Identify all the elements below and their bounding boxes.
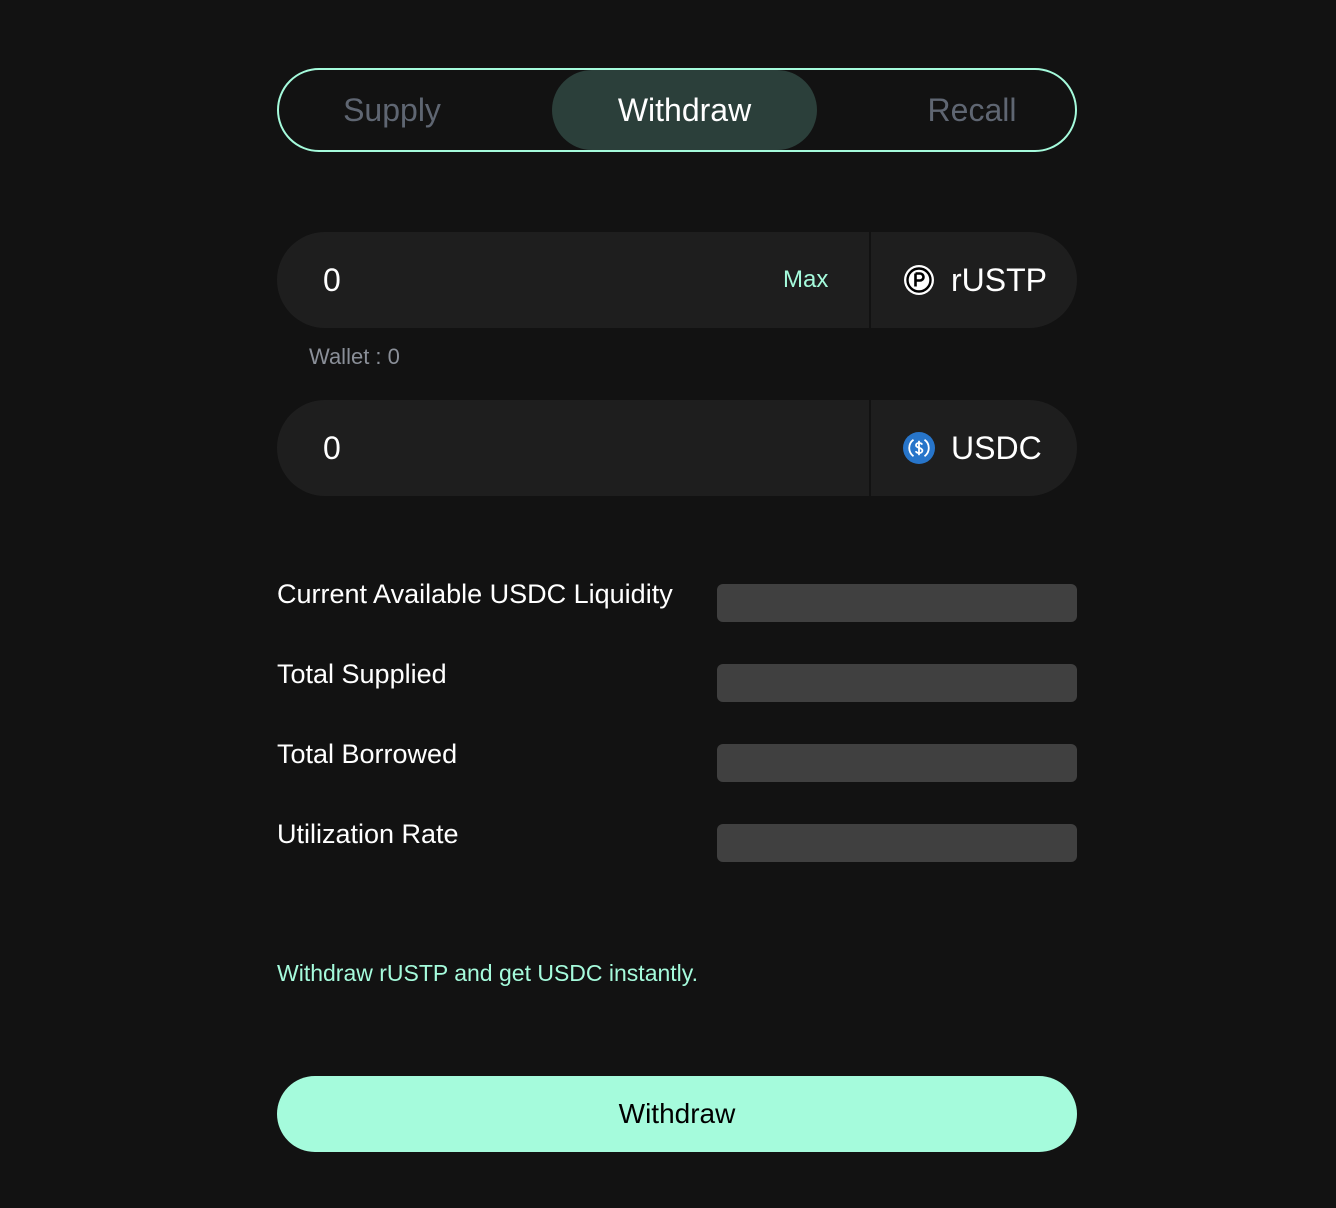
tab-withdraw[interactable]: Withdraw: [552, 70, 817, 150]
field-divider: [869, 232, 871, 328]
stat-label: Current Available USDC Liquidity: [277, 579, 673, 609]
stat-label: Total Borrowed: [277, 739, 458, 769]
usdc-icon: [903, 432, 935, 464]
field-divider: [869, 400, 871, 496]
stat-row-utilization-rate: Utilization Rate: [277, 814, 1077, 862]
loading-skeleton: [717, 584, 1077, 622]
rustp-amount-field: Max rUSTP: [277, 232, 1077, 328]
withdraw-panel: Supply Withdraw Recall Max rUSTP Wallet …: [277, 68, 1077, 1152]
max-button[interactable]: Max: [783, 232, 828, 328]
wallet-balance: Wallet : 0: [309, 344, 400, 369]
stat-label: Utilization Rate: [277, 819, 459, 849]
tab-supply[interactable]: Supply: [279, 70, 505, 150]
stat-row-total-borrowed: Total Borrowed: [277, 734, 1077, 782]
stat-label: Total Supplied: [277, 659, 447, 689]
stat-row-total-supplied: Total Supplied: [277, 654, 1077, 702]
usdc-amount-field: USDC: [277, 400, 1077, 496]
loading-skeleton: [717, 744, 1077, 782]
tab-recall[interactable]: Recall: [864, 70, 1080, 150]
rustp-token-selector[interactable]: rUSTP: [903, 232, 1047, 328]
stat-row-liquidity: Current Available USDC Liquidity: [277, 574, 1077, 622]
rustp-icon: [904, 265, 934, 295]
usdc-token-selector[interactable]: USDC: [903, 400, 1042, 496]
rustp-amount-input[interactable]: [323, 232, 723, 328]
loading-skeleton: [717, 824, 1077, 862]
rustp-token-label: rUSTP: [951, 261, 1047, 298]
loading-skeleton: [717, 664, 1077, 702]
usdc-token-label: USDC: [951, 429, 1042, 466]
withdraw-button[interactable]: Withdraw: [277, 1076, 1077, 1152]
mode-tabs: Supply Withdraw Recall: [277, 68, 1077, 152]
usdc-amount-input[interactable]: [323, 400, 723, 496]
info-text: Withdraw rUSTP and get USDC instantly.: [277, 960, 698, 986]
